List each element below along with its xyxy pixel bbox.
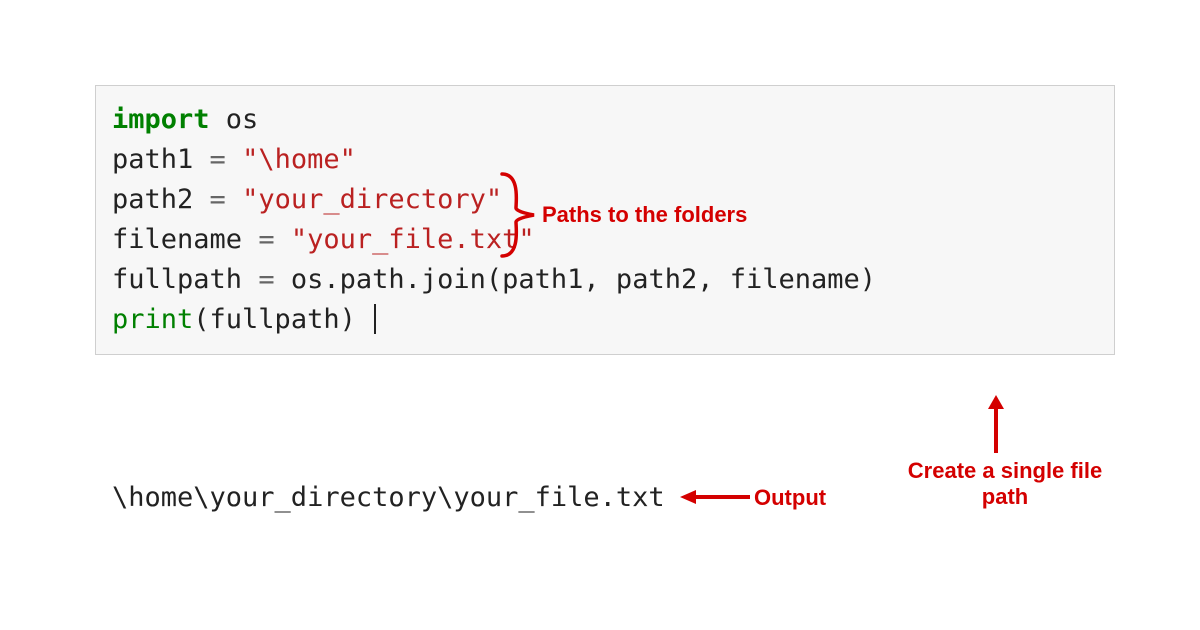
str-filename: "your_file.txt" — [291, 224, 535, 255]
arrow-up-icon — [984, 395, 1008, 455]
module-os: os — [210, 104, 259, 135]
expr-join: os.path.join(path1, path2, filename) — [291, 264, 876, 295]
builtin-print: print — [112, 304, 193, 335]
op-eq-4: = — [258, 264, 291, 295]
op-eq-3: = — [258, 224, 291, 255]
op-eq-2: = — [210, 184, 243, 215]
annotation-create: Create a single file path — [900, 458, 1110, 511]
op-eq-1: = — [210, 144, 243, 175]
var-path2: path2 — [112, 184, 210, 215]
text-cursor — [374, 304, 376, 334]
code-line-8: print(fullpath) — [112, 300, 1098, 340]
code-line-7: fullpath = os.path.join(path1, path2, fi… — [112, 260, 1098, 300]
print-args: (fullpath) — [193, 304, 356, 335]
code-line-1: import os — [112, 100, 1098, 140]
var-path1: path1 — [112, 144, 210, 175]
str-home: "\home" — [242, 144, 356, 175]
keyword-import: import — [112, 104, 210, 135]
brace-paths-icon — [500, 172, 540, 258]
var-fullpath: fullpath — [112, 264, 258, 295]
var-filename: filename — [112, 224, 258, 255]
arrow-left-icon — [680, 487, 752, 507]
output-text: \home\your_directory\your_file.txt — [112, 482, 665, 513]
annotation-output: Output — [754, 485, 826, 511]
code-line-3: path1 = "\home" — [112, 140, 1098, 180]
str-yourdir: "your_directory" — [242, 184, 502, 215]
annotation-paths: Paths to the folders — [542, 202, 747, 228]
